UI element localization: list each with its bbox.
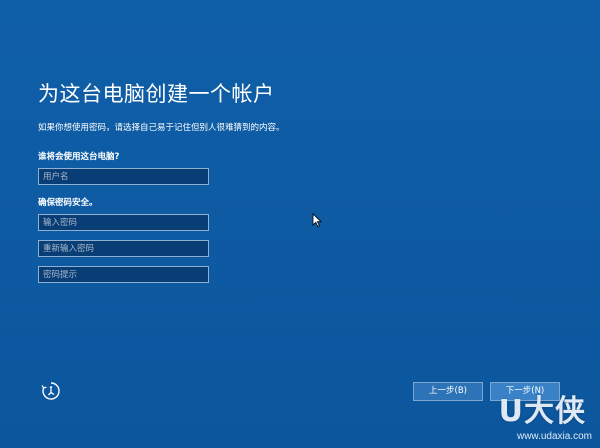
username-section-label: 谁将会使用这台电脑? bbox=[38, 152, 120, 162]
confirm-password-input[interactable] bbox=[38, 240, 209, 257]
back-button[interactable]: 上一步(B) bbox=[413, 382, 483, 401]
page-title: 为这台电脑创建一个帐户 bbox=[38, 82, 275, 106]
watermark: U大侠 www.udaxia.com bbox=[484, 386, 596, 444]
username-input[interactable] bbox=[38, 168, 209, 185]
watermark-logo: U大侠 bbox=[498, 394, 586, 429]
password-section-label: 确保密码安全。 bbox=[38, 198, 98, 208]
page-subtitle: 如果你想使用密码，请选择自己易于记住但别人很难猜到的内容。 bbox=[38, 123, 285, 133]
mouse-pointer-icon bbox=[312, 213, 322, 227]
password-hint-input[interactable] bbox=[38, 266, 209, 283]
ease-of-access-icon[interactable] bbox=[40, 380, 62, 402]
account-setup-screen: 为这台电脑创建一个帐户 如果你想使用密码，请选择自己易于记住但别人很难猜到的内容… bbox=[0, 0, 600, 448]
password-input[interactable] bbox=[38, 214, 209, 231]
watermark-url: www.udaxia.com bbox=[516, 431, 592, 442]
